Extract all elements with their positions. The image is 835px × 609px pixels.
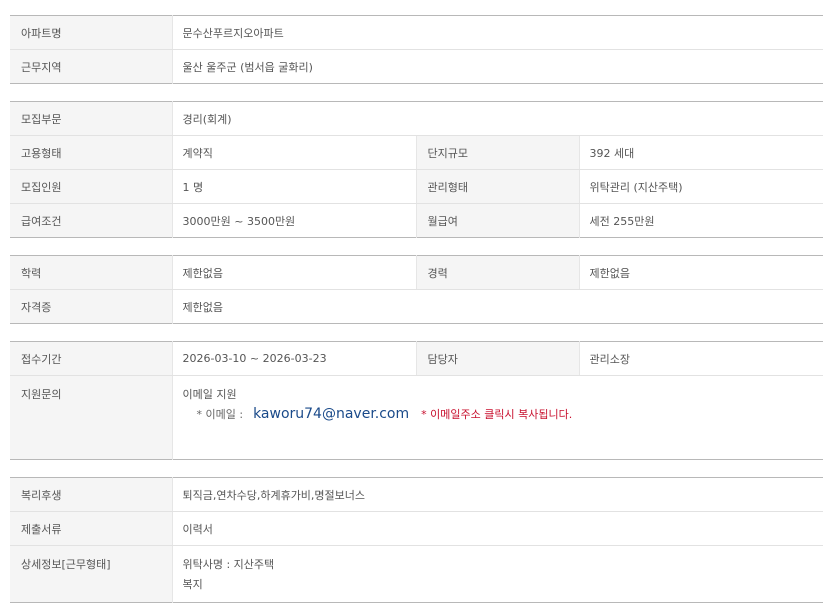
management-type-label: 관리형태 — [415, 169, 579, 204]
table-row: 상세정보[근무형태] 위탁사명 : 지산주택 복지 — [10, 545, 823, 603]
inquiry-label: 지원문의 — [10, 375, 172, 460]
benefits-table: 복리후생 퇴직금,연차수당,하계휴가비,명절보너스 제출서류 이력서 상세정보[… — [10, 477, 823, 603]
headcount-value: 1 명 — [171, 169, 416, 204]
certificate-value: 제한없음 — [171, 289, 823, 324]
table-row: 모집인원 1 명 관리형태 위탁관리 (지산주택) — [10, 169, 823, 204]
career-value: 제한없음 — [578, 255, 823, 290]
email-link[interactable]: kaworu74@naver.com — [253, 406, 409, 422]
education-value: 제한없음 — [171, 255, 416, 290]
headcount-label: 모집인원 — [10, 169, 172, 204]
work-area-label: 근무지역 — [10, 49, 172, 84]
table-row: 모집부문 경리(회계) — [10, 101, 823, 136]
documents-label: 제출서류 — [10, 511, 172, 546]
table-row: 고용형태 계약직 단지규모 392 세대 — [10, 135, 823, 170]
welfare-value: 퇴직금,연차수당,하계휴가비,명절보너스 — [171, 477, 823, 512]
contact-person-value: 관리소장 — [578, 341, 823, 376]
detail-line: 위탁사명 : 지산주택 — [182, 558, 275, 571]
table-row: 복리후생 퇴직금,연차수당,하계휴가비,명절보너스 — [10, 477, 823, 512]
email-line: * 이메일 : kaworu74@naver.com * 이메일주소 클릭시 복… — [183, 406, 814, 422]
detail-info-content: 위탁사명 : 지산주택 복지 — [171, 545, 823, 603]
table-row: 제출서류 이력서 — [10, 511, 823, 546]
detail-info-label: 상세정보[근무형태] — [10, 545, 172, 603]
department-value: 경리(회계) — [171, 101, 823, 136]
salary-label: 급여조건 — [10, 203, 172, 238]
table-row: 학력 제한없음 경력 제한없음 — [10, 255, 823, 290]
table-row: 접수기간 2026-03-10 ~ 2026-03-23 담당자 관리소장 — [10, 341, 823, 376]
table-row: 자격증 제한없음 — [10, 289, 823, 324]
monthly-salary-value: 세전 255만원 — [578, 203, 823, 238]
qualification-table: 학력 제한없음 경력 제한없음 자격증 제한없음 — [10, 255, 823, 324]
table-row: 급여조건 3000만원 ~ 3500만원 월급여 세전 255만원 — [10, 203, 823, 238]
management-type-value: 위탁관리 (지산주택) — [578, 169, 823, 204]
apartment-info-table: 아파트명 문수산푸르지오아파트 근무지역 울산 울주군 (범서읍 굴화리) — [10, 15, 823, 84]
table-row: 지원문의 이메일 지원 * 이메일 : kaworu74@naver.com *… — [10, 375, 823, 460]
apartment-name-label: 아파트명 — [10, 15, 172, 50]
complex-size-value: 392 세대 — [578, 135, 823, 170]
table-row: 근무지역 울산 울주군 (범서읍 굴화리) — [10, 49, 823, 84]
job-posting-detail: 아파트명 문수산푸르지오아파트 근무지역 울산 울주군 (범서읍 굴화리) 모집… — [0, 15, 835, 609]
application-period-value: 2026-03-10 ~ 2026-03-23 — [171, 341, 416, 376]
work-area-value: 울산 울주군 (범서읍 굴화리) — [171, 49, 823, 84]
department-label: 모집부문 — [10, 101, 172, 136]
recruitment-info-table: 모집부문 경리(회계) 고용형태 계약직 단지규모 392 세대 모집인원 1 … — [10, 101, 823, 238]
career-label: 경력 — [415, 255, 579, 290]
inquiry-content: 이메일 지원 * 이메일 : kaworu74@naver.com * 이메일주… — [171, 375, 823, 460]
table-row: 아파트명 문수산푸르지오아파트 — [10, 15, 823, 50]
education-label: 학력 — [10, 255, 172, 290]
email-prefix: * 이메일 : — [196, 408, 244, 421]
salary-value: 3000만원 ~ 3500만원 — [171, 203, 416, 238]
monthly-salary-label: 월급여 — [415, 203, 579, 238]
complex-size-label: 단지규모 — [415, 135, 579, 170]
employment-type-value: 계약직 — [171, 135, 416, 170]
contact-person-label: 담당자 — [415, 341, 579, 376]
apartment-name-value: 문수산푸르지오아파트 — [171, 15, 823, 50]
welfare-label: 복리후생 — [10, 477, 172, 512]
documents-value: 이력서 — [171, 511, 823, 546]
application-period-label: 접수기간 — [10, 341, 172, 376]
email-copy-note: * 이메일주소 클릭시 복사됩니다. — [421, 408, 573, 421]
application-table: 접수기간 2026-03-10 ~ 2026-03-23 담당자 관리소장 지원… — [10, 341, 823, 460]
inquiry-method: 이메일 지원 — [182, 388, 237, 401]
employment-type-label: 고용형태 — [10, 135, 172, 170]
detail-line: 복지 — [182, 578, 203, 591]
certificate-label: 자격증 — [10, 289, 172, 324]
